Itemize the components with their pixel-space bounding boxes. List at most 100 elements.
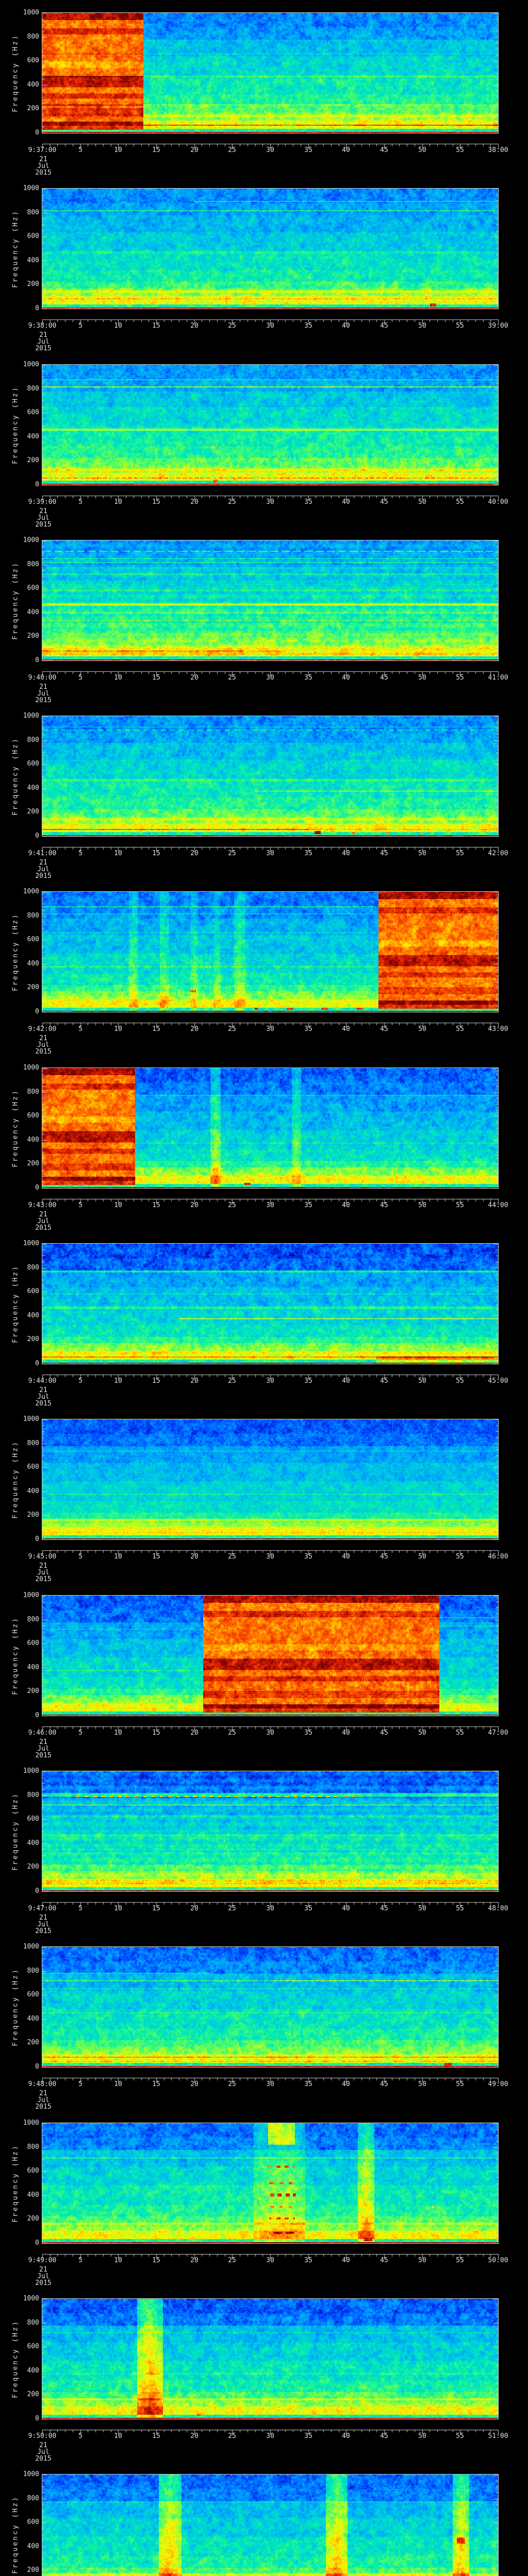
y-tick-label: 1000 [23,888,39,895]
x-tick-label: 15 [152,1377,160,1385]
y-tick-label: 600 [27,760,39,768]
x-start-time-label: 9:49:00 [28,2257,57,2264]
x-tick-label: 10 [114,2080,122,2088]
x-tick-label: 25 [228,1377,236,1385]
y-tick-label: 800 [27,2319,39,2327]
x-tick-label: 20 [190,674,199,682]
x-tick-label: 15 [152,850,160,857]
x-tick-label: 25 [228,322,236,330]
x-tick-label: 20 [190,1729,199,1737]
x-tick-label: 25 [228,1553,236,1561]
x-tick-label: 20 [190,2432,199,2440]
x-tick-label: 15 [152,2080,160,2088]
x-tick-label: 35 [304,1201,312,1209]
y-tick-label: 1000 [23,1943,39,1951]
x-tick-label: 40 [342,2080,350,2088]
x-tick-label: 30 [266,146,274,154]
x-tick-label: 55 [456,1905,464,1912]
y-tick-label: 600 [27,57,39,64]
y-tick-label: 200 [27,808,39,816]
x-tick-label: 20 [190,1025,199,1033]
x-tick-label: 15 [152,1905,160,1912]
x-tick-label: 45 [380,146,388,154]
x-tick-label: 15 [152,1025,160,1033]
x-tick-label: 40 [342,1377,350,1385]
date-label: 2015 [35,1927,52,1934]
spectrogram-panel-9-39-00: Frequency (Hz) 0 200 400 600 800 1000 9:39:00 40… [0,352,528,528]
y-tick-label: 400 [27,433,39,440]
x-tick-label: 50 [418,1201,426,1209]
y-tick-label: 200 [27,2391,39,2398]
y-tick-label: 0 [35,304,39,312]
x-tick-label: 10 [114,850,122,857]
x-tick-label: 35 [304,2432,312,2440]
x-tick-label: 20 [190,850,199,857]
date-label: 2015 [35,1575,52,1582]
x-tick-label: 45 [380,2432,388,2440]
y-tick-label: 800 [27,1088,39,1096]
x-tick-label: 10 [114,1377,122,1385]
y-tick-label: 0 [35,1184,39,1192]
x-start-time-label: 9:40:00 [28,674,57,682]
x-tick-label: 30 [266,1025,274,1033]
x-tick-label: 35 [304,2080,312,2088]
x-tick-label: 25 [228,1025,236,1033]
x-start-time-label: 9:43:00 [28,1201,57,1209]
x-tick-label: 30 [266,322,274,330]
axes-ticks-layer [0,2462,528,2576]
y-tick-label: 400 [27,960,39,968]
x-tick-label: 20 [190,322,199,330]
x-tick-label: 30 [266,1201,274,1209]
y-tick-label: 600 [27,1287,39,1295]
x-tick-label: 45 [380,1905,388,1912]
x-tick-label: 40 [342,850,350,857]
x-tick-label: 5 [78,1553,82,1561]
y-tick-label: 0 [35,1360,39,1367]
y-tick-label: 1000 [23,1240,39,1247]
y-axis-title: Frequency (Hz) [11,1440,20,1519]
y-axis-title: Frequency (Hz) [11,209,20,288]
y-tick-label: 1000 [23,1415,39,1423]
y-tick-label: 0 [35,481,39,488]
x-tick-label: 5 [78,1905,82,1912]
spectrogram-panel-9-46-00: Frequency (Hz) 0 200 400 600 800 1000 9:46:00 47… [0,1583,528,1758]
y-axis-title: Frequency (Hz) [11,2144,20,2223]
x-tick-label: 50 [418,2257,426,2264]
x-tick-label: 45 [380,498,388,506]
x-tick-label: 20 [190,2080,199,2088]
x-start-time-label: 9:41:00 [28,850,57,857]
y-tick-label: 400 [27,2543,39,2550]
y-tick-label: 200 [27,105,39,112]
y-tick-label: 600 [27,1112,39,1120]
x-end-time-label: 43:00 [488,1025,508,1033]
y-tick-label: 800 [27,1439,39,1447]
y-tick-label: 600 [27,2518,39,2526]
spectrogram-panel-9-51-00: Frequency (Hz)020040060080010009:51:0052… [0,2462,528,2576]
y-tick-label: 800 [27,2495,39,2502]
y-axis-title: Frequency (Hz) [11,1968,20,2046]
y-tick-label: 1000 [23,1064,39,1072]
y-tick-label: 800 [27,33,39,41]
x-tick-label: 20 [190,2257,199,2264]
x-end-time-label: 40:00 [488,498,508,506]
y-tick-label: 1000 [23,2119,39,2127]
x-tick-label: 5 [78,2257,82,2264]
y-tick-label: 0 [35,2063,39,2071]
x-tick-label: 45 [380,1553,388,1561]
x-end-time-label: 50:00 [488,2257,508,2264]
x-start-time-label: 9:44:00 [28,1377,57,1385]
x-tick-label: 10 [114,146,122,154]
x-start-time-label: 9:38:00 [28,322,57,330]
x-tick-label: 5 [78,2080,82,2088]
y-tick-label: 800 [27,912,39,920]
x-tick-label: 55 [456,674,464,682]
x-start-time-label: 9:47:00 [28,1905,57,1912]
y-tick-label: 600 [27,1463,39,1471]
date-label: 2015 [35,872,52,879]
y-axis-title: Frequency (Hz) [11,912,20,991]
x-tick-label: 10 [114,2432,122,2440]
x-tick-label: 5 [78,1377,82,1385]
y-tick-label: 800 [27,2143,39,2151]
date-label: 2015 [35,1048,52,1055]
date-label: 2015 [35,521,52,528]
